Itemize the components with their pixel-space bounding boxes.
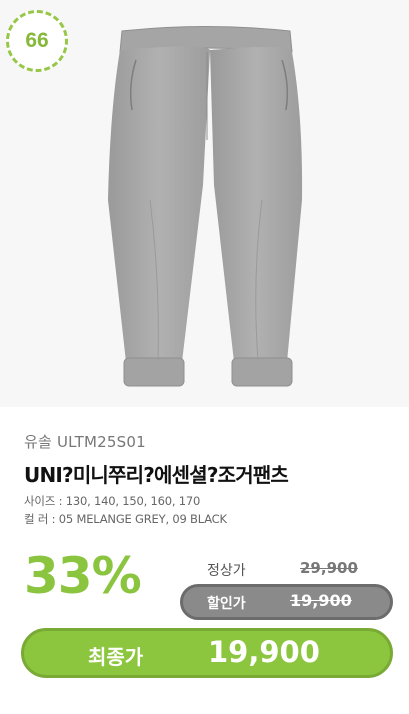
regular-price: 29,900 [300,559,358,577]
brand-code: 유솔 ULTM25S01 [24,433,146,451]
size-options: 사이즈 : 130, 140, 150, 160, 170 [24,494,201,508]
product-image: 66 [0,0,409,407]
sale-price: 19,900 [290,591,352,610]
product-title: UNI?미니쭈리?에센셜?조거팬츠 [24,463,289,487]
final-price-bar [21,628,393,678]
badge-number: 66 [25,29,49,52]
product-info: 유솔 ULTM25S01 UNI?미니쭈리?에센셜?조거팬츠 사이즈 : 130… [0,407,409,714]
sale-price-label: 할인가 [207,596,246,612]
regular-price-label: 정상가 [207,563,246,579]
number-badge: 66 [6,10,68,72]
jogger-pants-image [108,26,303,387]
final-price-label: 최종가 [88,645,144,669]
color-options: 컬 러 : 05 MELANGE GREY, 09 BLACK [24,512,227,526]
final-price: 19,900 [208,635,320,669]
discount-percent: 33% [24,547,142,605]
